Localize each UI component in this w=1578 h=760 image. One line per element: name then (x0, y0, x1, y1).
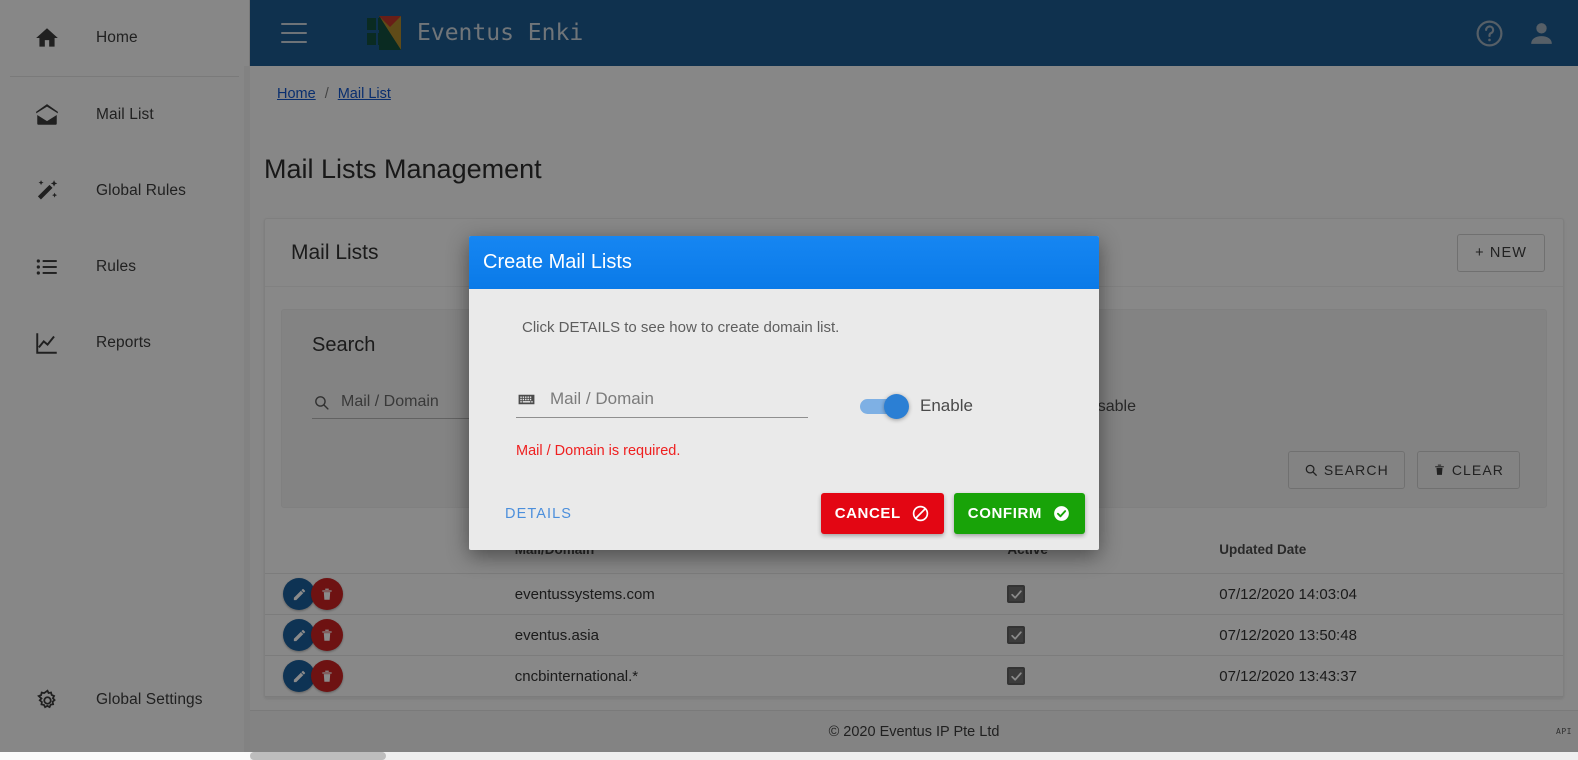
domain-input[interactable] (548, 388, 798, 410)
list-icon (32, 252, 62, 282)
card-title: Mail Lists (291, 240, 379, 264)
clear-button-label: CLEAR (1451, 462, 1504, 479)
sidebar-item-label: Global Settings (96, 691, 203, 708)
mail-lists-table: Mail/Domain Active Updated Date (265, 526, 1563, 698)
brand-title: Eventus Enki (417, 20, 584, 46)
page-title: Mail Lists Management (264, 154, 542, 185)
dialog-footer-buttons: CANCEL CONFIRM (811, 493, 1085, 534)
sidebar-item-label: Mail List (96, 106, 154, 123)
create-mail-lists-dialog: Create Mail Lists Click DETAILS to see h… (469, 236, 1099, 550)
sidebar-navigation: Home Mail List Global Rules Rules Report… (0, 0, 250, 752)
add-new-button[interactable]: + NEW (1457, 233, 1545, 272)
help-circle-icon[interactable] (1472, 16, 1506, 50)
horizontal-scrollbar-thumb[interactable] (250, 752, 386, 760)
checkmark-icon (1007, 667, 1026, 686)
magic-wand-icon (32, 176, 62, 206)
sidebar-item-label: Reports (96, 334, 151, 351)
trash-delete-icon[interactable] (311, 660, 343, 693)
details-link[interactable]: DETAILS (505, 506, 572, 522)
sidebar-item-home[interactable]: Home (0, 0, 249, 76)
clear-button[interactable]: CLEAR (1416, 451, 1520, 490)
table-row: eventussystems.com 07/12/2020 14:03:04 (265, 573, 1563, 616)
enable-toggle-label: Enable (920, 396, 973, 415)
gear-icon (32, 685, 62, 715)
chart-line-icon (32, 328, 62, 358)
check-circle-icon (1052, 504, 1071, 523)
column-header-updated-date: Updated Date (1219, 526, 1563, 575)
search-input-placeholder: Mail / Domain (341, 393, 439, 411)
cancel-button[interactable]: CANCEL (820, 493, 944, 534)
breadcrumb-link-mail-list[interactable]: Mail List (338, 86, 391, 102)
enable-toggle[interactable]: Enable (860, 393, 973, 419)
toggle-track (860, 393, 909, 419)
search-magnifier-icon (312, 393, 330, 411)
trash-delete-icon[interactable] (311, 619, 343, 652)
sidebar-item-label: Rules (96, 258, 137, 275)
user-account-icon[interactable] (1524, 16, 1558, 50)
confirm-button[interactable]: CONFIRM (953, 493, 1085, 534)
row-action-group (283, 619, 515, 652)
dialog-field-row: Enable (495, 388, 1073, 419)
breadcrumb-separator: / (324, 86, 329, 102)
search-magnifier-icon (1304, 463, 1318, 477)
brand-area: Eventus Enki (367, 14, 583, 52)
application-window: Home Mail List Global Rules Rules Report… (0, 0, 1578, 760)
sidebar-item-reports[interactable]: Reports (0, 305, 249, 381)
footer-copyright: © 2020 Eventus IP Pte Ltd (828, 723, 1000, 740)
row-action-group (283, 578, 515, 611)
dialog-hint-text: Click DETAILS to see how to create domai… (522, 319, 840, 336)
topbar-actions (1454, 16, 1558, 50)
sidebar-item-label: Home (96, 29, 138, 46)
validation-error-message: Mail / Domain is required. (516, 443, 681, 459)
breadcrumb-link-home[interactable]: Home (277, 86, 316, 102)
table-body: eventussystems.com 07/12/2020 14:03:04 e… (265, 573, 1563, 698)
row-action-group (283, 660, 515, 693)
dialog-header: Create Mail Lists (469, 236, 1099, 289)
table-row: cncbinternational.* 07/12/2020 13:43:37 (265, 655, 1563, 698)
sidebar-item-label: Global Rules (96, 182, 186, 199)
cell-updated-date: 07/12/2020 14:03:04 (1219, 573, 1563, 616)
cell-domain: eventus.asia (514, 614, 1008, 657)
home-icon (32, 23, 62, 53)
checkmark-icon (1007, 585, 1026, 604)
cell-updated-date: 07/12/2020 13:50:48 (1219, 614, 1563, 657)
sidebar-item-mail-list[interactable]: Mail List (0, 77, 249, 153)
table-row: eventus.asia 07/12/2020 13:50:48 (265, 614, 1563, 657)
page-footer: © 2020 Eventus IP Pte Ltd API (250, 710, 1578, 752)
api-label[interactable]: API (1556, 727, 1572, 736)
hamburger-menu-icon[interactable] (281, 23, 307, 43)
sidebar-item-global-rules[interactable]: Global Rules (0, 153, 249, 229)
sidebar-item-global-settings[interactable]: Global Settings (0, 662, 249, 738)
breadcrumb: Home / Mail List (250, 66, 1578, 102)
top-app-bar: Eventus Enki (250, 0, 1578, 66)
trash-delete-icon[interactable] (311, 578, 343, 611)
trash-delete-icon (1433, 463, 1446, 477)
content-scroll-gutter (244, 66, 250, 752)
dialog-body: Click DETAILS to see how to create domai… (469, 289, 1099, 473)
domain-input-wrapper[interactable] (516, 388, 808, 418)
mail-envelope-icon (32, 100, 62, 130)
search-button[interactable]: SEARCH (1287, 451, 1405, 490)
eventus-enki-logo-icon (367, 16, 401, 50)
block-forbidden-icon (911, 504, 930, 523)
cell-domain: eventussystems.com (514, 573, 1008, 616)
confirm-button-label: CONFIRM (967, 505, 1042, 522)
sidebar-bottom-section: Global Settings (0, 662, 249, 738)
cancel-button-label: CANCEL (834, 505, 901, 522)
cell-domain: cncbinternational.* (514, 655, 1008, 698)
dialog-footer: DETAILS CANCEL CONFIRM (469, 473, 1099, 550)
checkmark-icon (1007, 626, 1026, 645)
dialog-title: Create Mail Lists (483, 251, 632, 273)
sidebar-item-rules[interactable]: Rules (0, 229, 249, 305)
keyboard-icon (516, 389, 536, 409)
cell-updated-date: 07/12/2020 13:43:37 (1219, 655, 1563, 698)
search-button-label: SEARCH (1323, 462, 1389, 479)
toggle-knob (884, 393, 909, 419)
horizontal-scrollbar[interactable] (250, 752, 1578, 760)
